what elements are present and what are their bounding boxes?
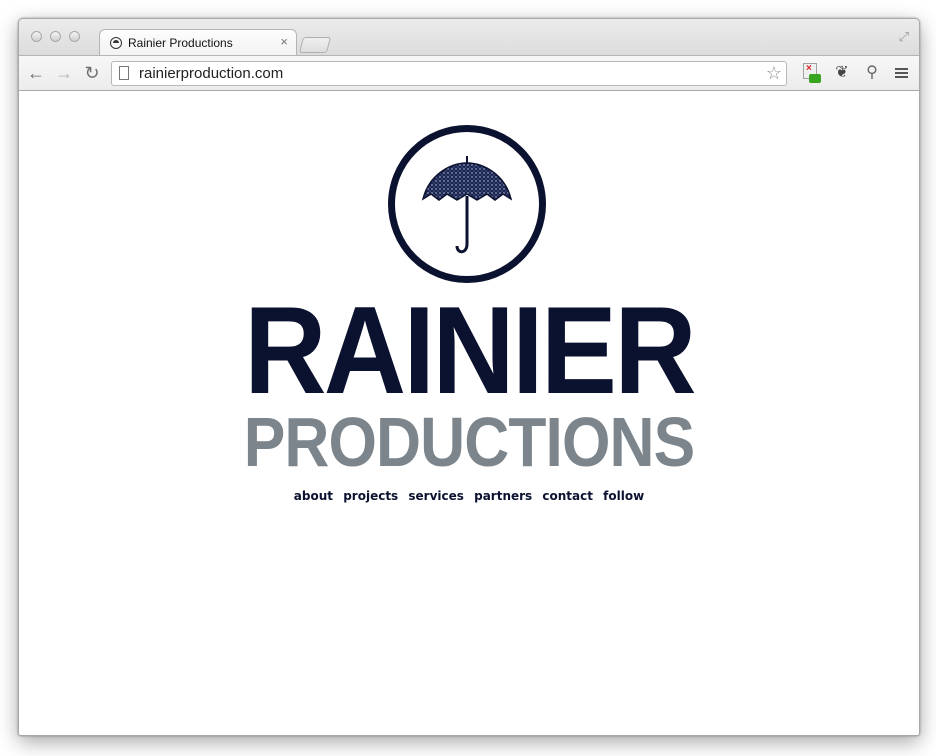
browser-toolbar: ← → ↻ rainierproduction.com ☆ × ❦ ⚲ <box>19 55 919 91</box>
browser-window: Rainier Productions × ⤢ ← → ↻ rainierpro… <box>18 18 920 736</box>
address-bar[interactable]: rainierproduction.com ☆ <box>111 61 787 86</box>
new-tab-button[interactable] <box>298 37 332 53</box>
forward-arrow-icon[interactable]: → <box>52 61 76 85</box>
site-nav: about projects services partners contact… <box>19 489 919 503</box>
nav-contact[interactable]: contact <box>542 489 593 503</box>
umbrella-favicon-icon <box>110 37 122 49</box>
extension-icon[interactable]: × <box>801 62 823 84</box>
nav-follow[interactable]: follow <box>603 489 644 503</box>
hamburger-menu-icon[interactable] <box>891 62 913 84</box>
nav-partners[interactable]: partners <box>474 489 532 503</box>
browser-tab[interactable]: Rainier Productions × <box>99 29 297 57</box>
tab-strip: Rainier Productions × ⤢ <box>19 19 919 57</box>
eyedropper-icon[interactable]: ⚲ <box>861 62 883 84</box>
address-url[interactable]: rainierproduction.com <box>139 65 283 82</box>
umbrella-logo <box>388 125 546 283</box>
back-arrow-icon[interactable]: ← <box>24 61 48 85</box>
evernote-elephant-icon[interactable]: ❦ <box>831 62 853 84</box>
reload-icon[interactable]: ↻ <box>80 61 104 85</box>
nav-projects[interactable]: projects <box>343 489 398 503</box>
page-icon <box>119 66 129 80</box>
nav-about[interactable]: about <box>294 489 333 503</box>
nav-services[interactable]: services <box>408 489 464 503</box>
zoom-window-button[interactable] <box>69 31 80 42</box>
window-controls <box>31 31 80 42</box>
status-icon <box>809 74 821 83</box>
fullscreen-icon[interactable]: ⤢ <box>899 29 909 45</box>
close-window-button[interactable] <box>31 31 42 42</box>
brand-subtitle: PRODUCTIONS <box>243 403 695 481</box>
brand-title: RAINIER <box>244 282 696 420</box>
minimize-window-button[interactable] <box>50 31 61 42</box>
star-icon[interactable]: ☆ <box>766 63 782 84</box>
umbrella-icon <box>421 156 513 254</box>
error-icon: × <box>806 63 812 74</box>
tab-close-button[interactable]: × <box>280 34 288 49</box>
page-content: RAINIER PRODUCTIONS about projects servi… <box>19 91 919 735</box>
tab-title: Rainier Productions <box>128 36 233 50</box>
